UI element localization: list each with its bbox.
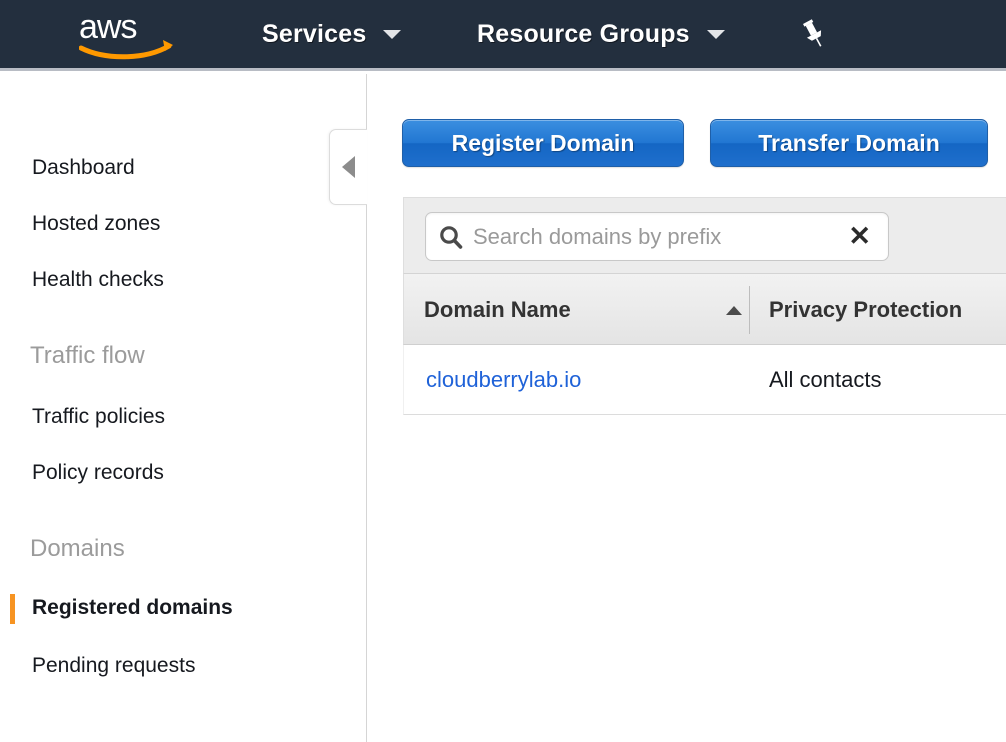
- chevron-down-icon: [706, 29, 725, 39]
- column-header-label: Domain Name: [424, 297, 571, 322]
- sidebar-collapse-button[interactable]: [329, 129, 367, 205]
- sidebar-item-label: Dashboard: [32, 156, 135, 179]
- aws-logo[interactable]: aws: [78, 8, 199, 60]
- search-input-placeholder: Search domains by prefix: [473, 223, 722, 249]
- table-header-row: Domain Name Privacy Protection: [403, 273, 1006, 345]
- nav-services[interactable]: Services: [262, 0, 402, 68]
- cell-privacy-protection: All contacts: [769, 367, 882, 392]
- sidebar: Dashboard Hosted zones Health checks Tra…: [0, 74, 367, 742]
- nav-resource-groups[interactable]: Resource Groups: [477, 0, 725, 68]
- pin-button[interactable]: [797, 0, 831, 68]
- sidebar-section-domains: Domains: [30, 535, 125, 563]
- column-header-domain-name[interactable]: Domain Name: [424, 274, 571, 346]
- sidebar-item-hosted-zones[interactable]: Hosted zones: [32, 212, 160, 236]
- chevron-left-icon: [342, 156, 355, 178]
- sidebar-item-label: Health checks: [32, 268, 164, 291]
- domains-table: Domain Name Privacy Protection cloudberr…: [403, 273, 1006, 415]
- column-header-privacy-protection[interactable]: Privacy Protection: [769, 274, 962, 346]
- cell-domain-name: cloudberrylab.io: [426, 345, 581, 415]
- route53-registered-domains-page: aws Services Resource Groups Dashboard H…: [0, 0, 1006, 742]
- search-input[interactable]: Search domains by prefix ✕: [425, 212, 889, 261]
- sort-ascending-icon: [726, 306, 742, 315]
- sidebar-section-label: Traffic flow: [30, 342, 145, 369]
- sidebar-item-policy-records[interactable]: Policy records: [32, 461, 164, 485]
- main-content: Register Domain Transfer Domain Search d…: [368, 74, 1006, 742]
- close-icon[interactable]: ✕: [848, 223, 871, 250]
- search-panel: Search domains by prefix ✕: [403, 197, 1006, 273]
- sidebar-active-indicator: [10, 594, 15, 624]
- transfer-domain-label: Transfer Domain: [758, 129, 940, 156]
- column-divider: [749, 286, 750, 334]
- chevron-down-icon: [383, 29, 402, 39]
- sidebar-item-traffic-policies[interactable]: Traffic policies: [32, 405, 165, 429]
- nav-resource-groups-label: Resource Groups: [477, 19, 690, 48]
- sidebar-section-label: Domains: [30, 535, 125, 562]
- sidebar-item-label: Registered domains: [32, 596, 233, 619]
- sidebar-item-label: Pending requests: [32, 654, 196, 677]
- svg-text:aws: aws: [79, 8, 136, 46]
- sidebar-item-dashboard[interactable]: Dashboard: [32, 156, 135, 180]
- sidebar-item-registered-domains[interactable]: Registered domains: [32, 596, 233, 620]
- pushpin-icon: [803, 19, 822, 47]
- transfer-domain-button[interactable]: Transfer Domain: [710, 119, 988, 167]
- sidebar-item-label: Hosted zones: [32, 212, 161, 235]
- nav-services-label: Services: [262, 19, 367, 48]
- domain-name-link[interactable]: cloudberrylab.io: [426, 367, 581, 393]
- sidebar-section-traffic-flow: Traffic flow: [30, 342, 145, 370]
- column-header-label: Privacy Protection: [769, 297, 963, 322]
- sidebar-item-label: Policy records: [32, 461, 164, 484]
- register-domain-label: Register Domain: [451, 129, 635, 156]
- top-navigation-bar: aws Services Resource Groups: [0, 0, 1006, 71]
- table-row[interactable]: cloudberrylab.io All contacts: [403, 345, 1006, 415]
- register-domain-button[interactable]: Register Domain: [402, 119, 684, 167]
- sidebar-item-label: Traffic policies: [32, 405, 166, 428]
- search-icon: [438, 224, 464, 250]
- sidebar-item-health-checks[interactable]: Health checks: [32, 268, 164, 292]
- sidebar-item-pending-requests[interactable]: Pending requests: [32, 654, 195, 678]
